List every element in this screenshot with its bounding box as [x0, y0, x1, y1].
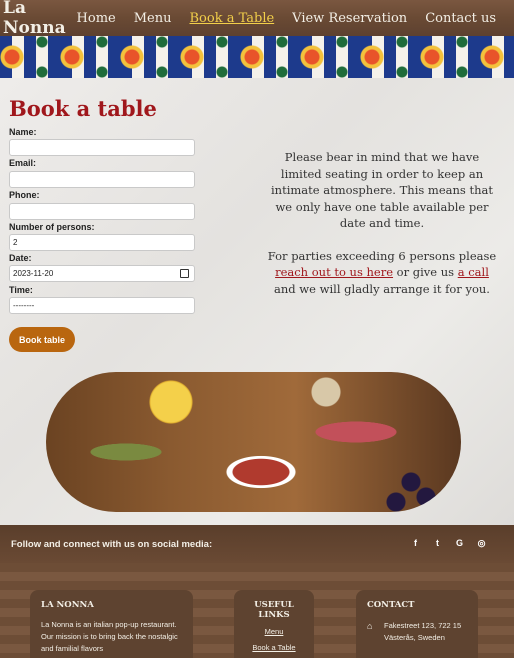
info-paragraph-2: For parties exceeding 6 persons please r…: [264, 248, 500, 298]
page-title: Book a table: [9, 96, 157, 121]
address: ⌂ Fakestreet 123, 722 15 Västerås, Swede…: [367, 620, 467, 644]
footer-link-menu[interactable]: Menu: [240, 627, 308, 636]
decorative-tile-banner: [0, 36, 514, 78]
main-nav: Home Menu Book a Table View Reservation …: [77, 11, 514, 26]
nav-view-reservation[interactable]: View Reservation: [292, 11, 407, 26]
links-title: USEFUL LINKS: [254, 600, 294, 620]
contact-title: CONTACT: [367, 600, 415, 610]
brand-logo[interactable]: La Nonna: [3, 0, 73, 38]
name-label: Name:: [9, 127, 37, 137]
name-input[interactable]: [9, 139, 195, 156]
footer-link-book[interactable]: Book a Table: [240, 643, 308, 652]
social-icons: f t G ◎: [411, 538, 486, 549]
links-card: USEFUL LINKS Menu Book a Table: [234, 590, 314, 658]
nav-contact-us[interactable]: Contact us: [425, 11, 496, 26]
site-header: La Nonna Home Menu Book a Table View Res…: [0, 0, 514, 38]
nav-home[interactable]: Home: [77, 11, 116, 26]
book-table-button[interactable]: Book table: [9, 327, 75, 352]
facebook-icon[interactable]: f: [411, 538, 420, 549]
persons-input[interactable]: 2: [9, 234, 195, 251]
info-text: and we will gladly arrange it for you.: [274, 281, 490, 296]
reach-out-link[interactable]: reach out to us here: [275, 265, 393, 279]
booking-info: Please bear in mind that we have limited…: [264, 149, 500, 297]
phone-input[interactable]: [9, 203, 195, 220]
nav-book-a-table[interactable]: Book a Table: [189, 11, 274, 26]
instagram-icon[interactable]: ◎: [477, 538, 486, 549]
email-input[interactable]: [9, 171, 195, 188]
date-input[interactable]: 2023-11-20: [9, 265, 195, 282]
info-text: For parties exceeding 6 persons please: [267, 248, 497, 263]
about-text: La Nonna is an italian pop-up restaurant…: [41, 620, 178, 653]
time-label: Time:: [9, 285, 33, 295]
site-footer: LA NONNA La Nonna is an italian pop-up r…: [0, 563, 514, 658]
date-value: 2023-11-20: [13, 269, 54, 278]
about-card: LA NONNA La Nonna is an italian pop-up r…: [30, 590, 193, 658]
phone-label: Phone:: [9, 190, 40, 200]
time-input[interactable]: --------: [9, 297, 195, 314]
antipasti-photo: [46, 372, 461, 512]
email-label: Email:: [9, 158, 37, 168]
social-bar: Follow and connect with us on social med…: [0, 525, 514, 563]
twitter-icon[interactable]: t: [433, 538, 442, 549]
social-text: Follow and connect with us on social med…: [11, 538, 213, 550]
nav-menu[interactable]: Menu: [134, 11, 172, 26]
date-label: Date:: [9, 253, 32, 263]
address-text: Fakestreet 123, 722 15 Västerås, Sweden: [384, 621, 462, 642]
home-icon: ⌂: [367, 621, 373, 631]
google-icon[interactable]: G: [455, 538, 464, 549]
contact-card: CONTACT ⌂ Fakestreet 123, 722 15 Västerå…: [356, 590, 478, 658]
info-paragraph-1: Please bear in mind that we have limited…: [271, 150, 493, 230]
info-text: or give us: [393, 265, 458, 279]
main-content: Book a table Name: Email: Phone: Number …: [0, 78, 514, 525]
persons-label: Number of persons:: [9, 222, 95, 232]
call-link[interactable]: a call: [458, 265, 489, 279]
calendar-icon[interactable]: [180, 269, 189, 278]
about-title: LA NONNA: [41, 600, 94, 610]
